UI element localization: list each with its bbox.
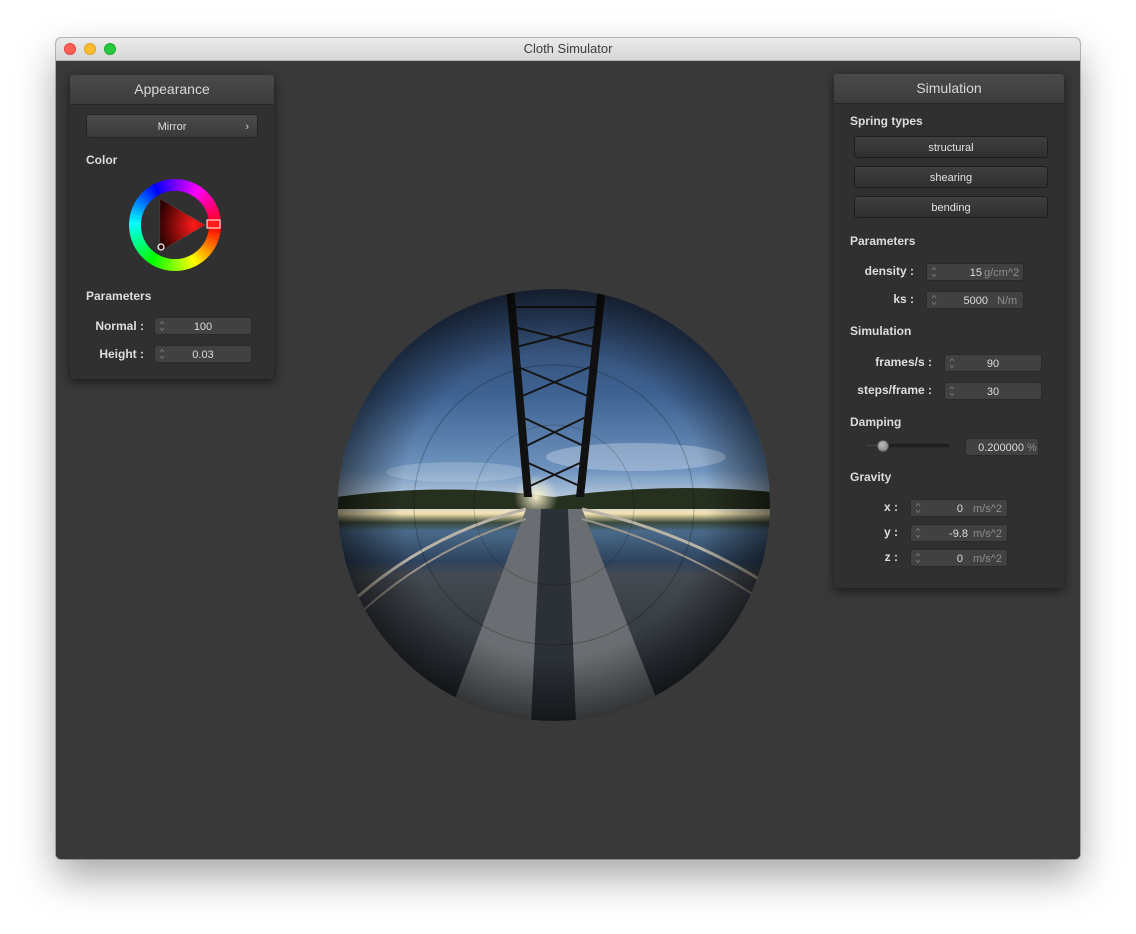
frames-per-s-value: 90 xyxy=(986,358,1000,370)
gravity-z-input[interactable]: 0 m/s^2 xyxy=(910,549,1008,567)
chevron-right-icon: › xyxy=(245,121,249,133)
ks-input[interactable]: 5000 N/m xyxy=(926,291,1024,309)
gravity-y-input[interactable]: -9.8 m/s^2 xyxy=(910,524,1008,542)
zoom-button[interactable] xyxy=(104,43,116,55)
gravity-z-value: 0 xyxy=(956,553,963,565)
height-value: 0.03 xyxy=(192,349,214,361)
color-section-label: Color xyxy=(86,153,118,167)
gravity-x-label: x : xyxy=(883,500,898,514)
bending-spring-button[interactable]: bending xyxy=(854,196,1048,218)
3d-viewport[interactable]: Appearance Mirror › Color Parameters Nor… xyxy=(56,61,1080,859)
density-unit: g/cm^2 xyxy=(984,267,1020,279)
height-input[interactable]: 0.03 xyxy=(154,345,252,363)
gravity-x-unit: m/s^2 xyxy=(973,503,1002,515)
structural-spring-button[interactable]: structural xyxy=(854,136,1048,158)
gravity-y-value: -9.8 xyxy=(949,528,968,540)
simulation-panel: Simulation Spring types structural shear… xyxy=(834,74,1064,588)
frames-per-s-label: frames/s : xyxy=(875,355,932,369)
mirror-sphere xyxy=(338,289,770,721)
simulation-section-label: Simulation xyxy=(850,324,912,338)
title-bar[interactable]: Cloth Simulator xyxy=(56,38,1080,61)
normal-value: 100 xyxy=(193,321,213,333)
appearance-panel-title[interactable]: Appearance xyxy=(70,75,274,105)
close-button[interactable] xyxy=(64,43,76,55)
normal-label: Normal : xyxy=(95,319,144,333)
damping-slider-handle[interactable] xyxy=(876,440,889,452)
gravity-y-label: y : xyxy=(883,525,898,539)
density-label: density : xyxy=(864,264,914,278)
gravity-x-value: 0 xyxy=(956,503,963,515)
gravity-y-unit: m/s^2 xyxy=(973,528,1002,540)
ks-value: 5000 xyxy=(963,295,988,307)
ks-label: ks : xyxy=(893,292,914,306)
frames-per-s-input[interactable]: 90 xyxy=(944,354,1042,372)
steps-per-frame-label: steps/frame : xyxy=(857,383,932,397)
app-window: Cloth Simulator Appearance Mirror › Colo… xyxy=(56,38,1080,859)
shader-dropdown-value: Mirror xyxy=(157,121,187,133)
shader-dropdown[interactable]: Mirror › xyxy=(86,114,258,138)
gravity-z-label: z : xyxy=(884,550,898,564)
simulation-parameters-label: Parameters xyxy=(850,234,916,248)
damping-value: 0.200000 xyxy=(978,442,1024,454)
ks-unit: N/m xyxy=(997,295,1018,307)
damping-slider[interactable] xyxy=(864,440,950,452)
minimize-button[interactable] xyxy=(84,43,96,55)
density-input[interactable]: 15 g/cm^2 xyxy=(926,263,1024,281)
spring-types-label: Spring types xyxy=(850,114,923,128)
damping-label: Damping xyxy=(850,415,902,429)
gravity-label: Gravity xyxy=(850,470,892,484)
steps-per-frame-input[interactable]: 30 xyxy=(944,382,1042,400)
density-value: 15 xyxy=(969,267,982,279)
normal-input[interactable]: 100 xyxy=(154,317,252,335)
gravity-z-unit: m/s^2 xyxy=(973,553,1002,565)
hue-selector-handle xyxy=(206,219,221,229)
appearance-panel: Appearance Mirror › Color Parameters Nor… xyxy=(70,75,274,379)
window-title: Cloth Simulator xyxy=(523,41,613,56)
color-wheel[interactable] xyxy=(129,179,221,271)
gravity-x-input[interactable]: 0 m/s^2 xyxy=(910,499,1008,517)
appearance-parameters-label: Parameters xyxy=(86,289,152,303)
damping-unit: % xyxy=(1027,442,1037,454)
simulation-panel-title[interactable]: Simulation xyxy=(834,74,1064,104)
damping-input[interactable]: 0.200000 % xyxy=(965,438,1039,456)
shearing-spring-button[interactable]: shearing xyxy=(854,166,1048,188)
steps-per-frame-value: 30 xyxy=(986,386,1000,398)
height-label: Height : xyxy=(99,347,144,361)
